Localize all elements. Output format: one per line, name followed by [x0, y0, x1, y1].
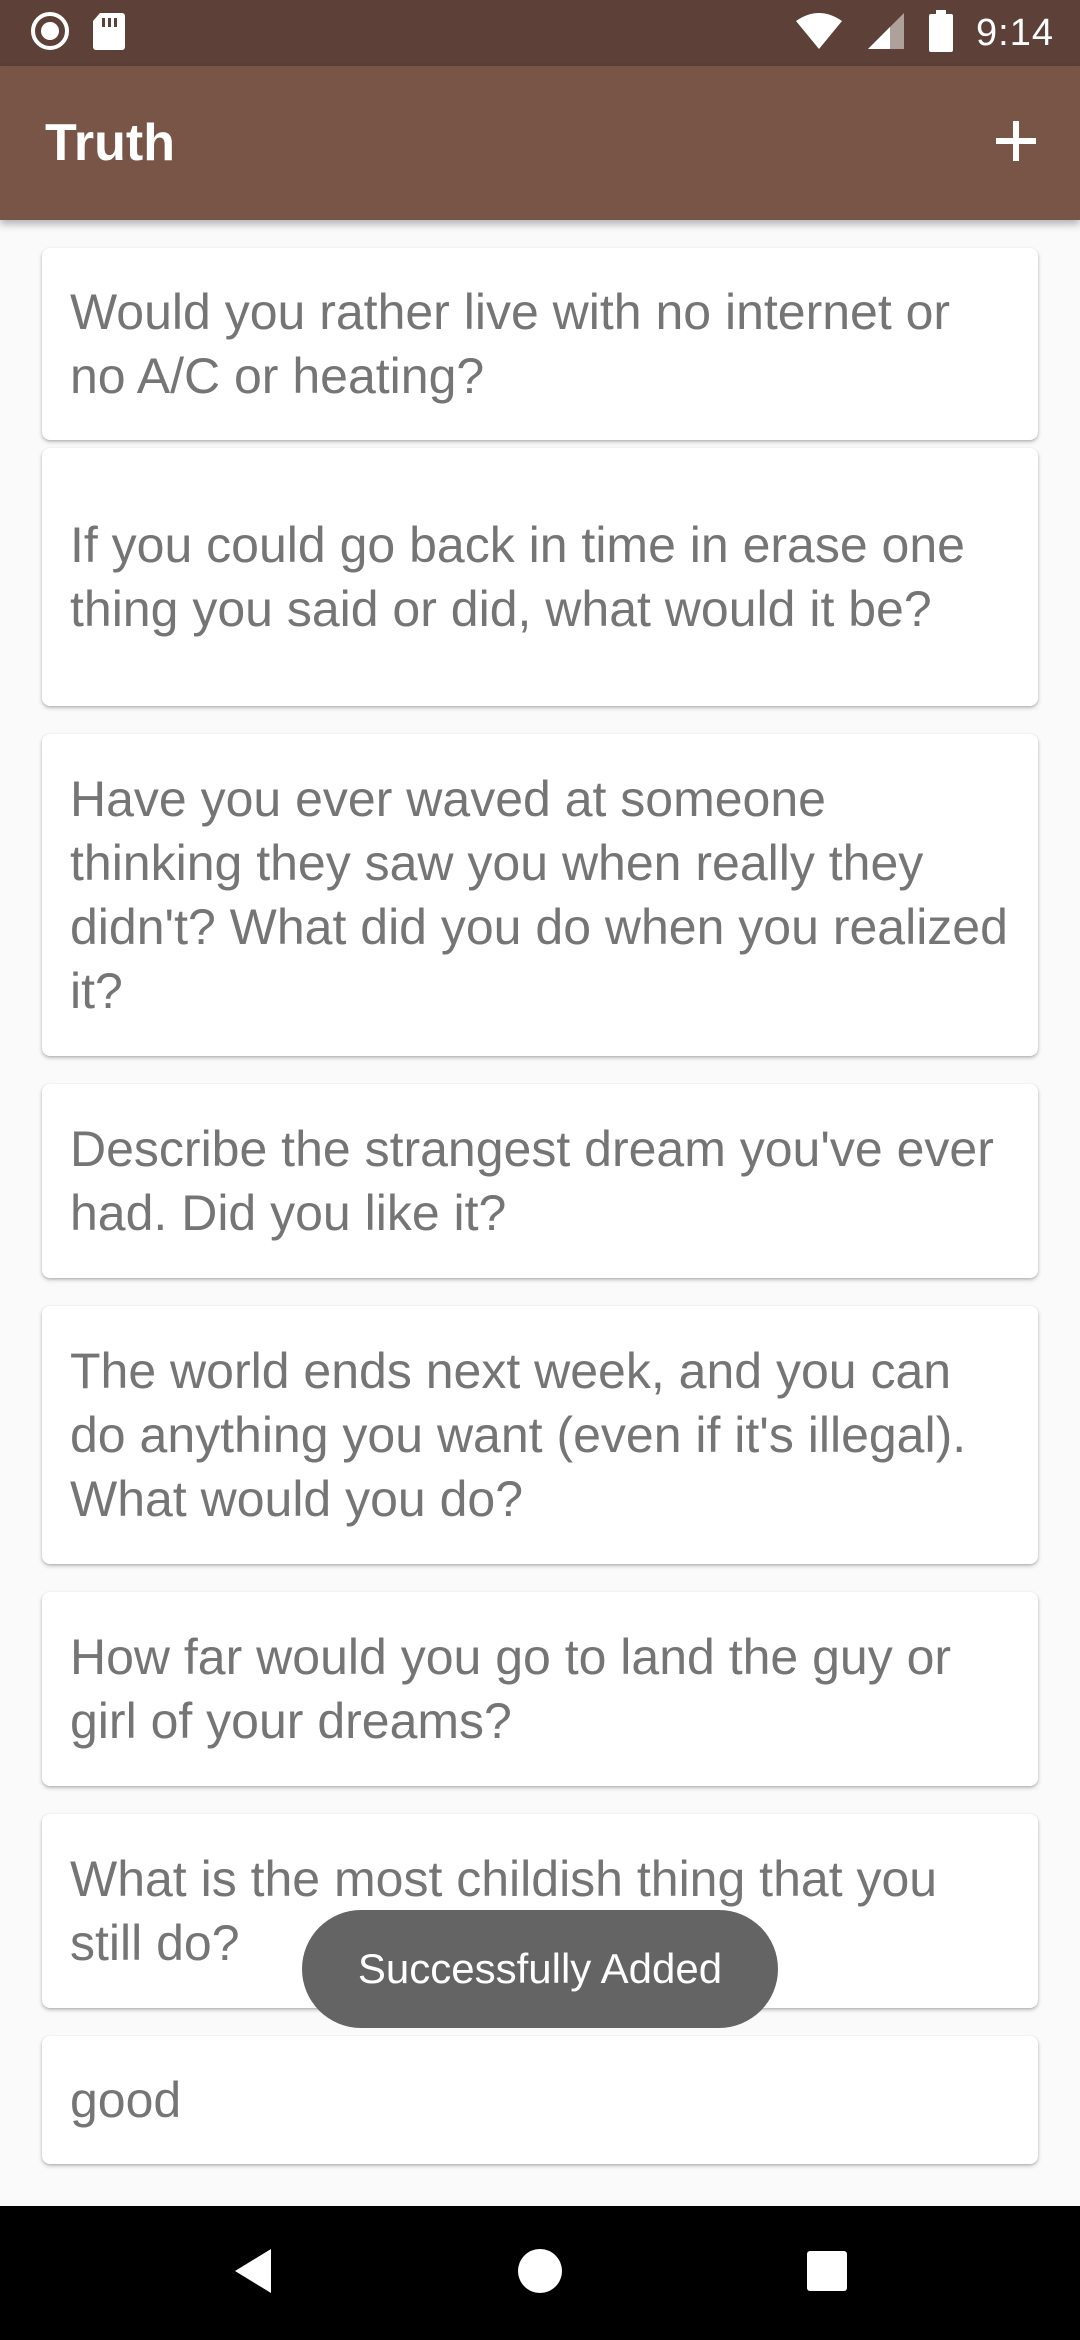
list-item[interactable]: good [42, 2036, 1038, 2164]
sd-card-icon [92, 11, 126, 56]
status-left-icons [30, 11, 126, 56]
card-text: Would you rather live with no internet o… [70, 284, 951, 404]
plus-icon [994, 119, 1038, 168]
list-item[interactable]: Describe the strangest dream you've ever… [42, 1084, 1038, 1278]
home-button[interactable] [500, 2233, 580, 2313]
record-icon [30, 11, 70, 56]
status-right-icons: 9:14 [794, 9, 1054, 57]
toast-message: Successfully Added [302, 1910, 778, 2028]
recents-button[interactable] [787, 2233, 867, 2313]
card-text: If you could go back in time in erase on… [70, 517, 965, 637]
signal-icon [866, 11, 906, 56]
recents-icon [805, 2249, 849, 2298]
status-bar: 9:14 [0, 0, 1080, 66]
truth-list[interactable]: Would you rather live with no internet o… [0, 220, 1080, 2206]
list-item[interactable]: Would you rather live with no internet o… [42, 248, 1038, 440]
card-text: Describe the strangest dream you've ever… [70, 1121, 994, 1241]
battery-icon [928, 9, 954, 57]
card-text: Have you ever waved at someone thinking … [70, 771, 1008, 1019]
app-bar: Truth [0, 66, 1080, 220]
back-button[interactable] [213, 2233, 293, 2313]
status-time: 9:14 [976, 11, 1054, 54]
back-icon [231, 2247, 275, 2300]
card-text: good [70, 2072, 182, 2128]
wifi-icon [794, 11, 844, 56]
card-text: How far would you go to land the guy or … [70, 1629, 952, 1749]
list-item[interactable]: Have you ever waved at someone thinking … [42, 734, 1038, 1056]
system-nav-bar [0, 2206, 1080, 2340]
add-button[interactable] [984, 111, 1048, 175]
list-item[interactable]: The world ends next week, and you can do… [42, 1306, 1038, 1564]
list-item[interactable]: If you could go back in time in erase on… [42, 448, 1038, 706]
card-text: The world ends next week, and you can do… [70, 1343, 967, 1527]
list-item[interactable]: How far would you go to land the guy or … [42, 1592, 1038, 1786]
home-icon [516, 2247, 564, 2300]
page-title: Truth [45, 114, 175, 172]
